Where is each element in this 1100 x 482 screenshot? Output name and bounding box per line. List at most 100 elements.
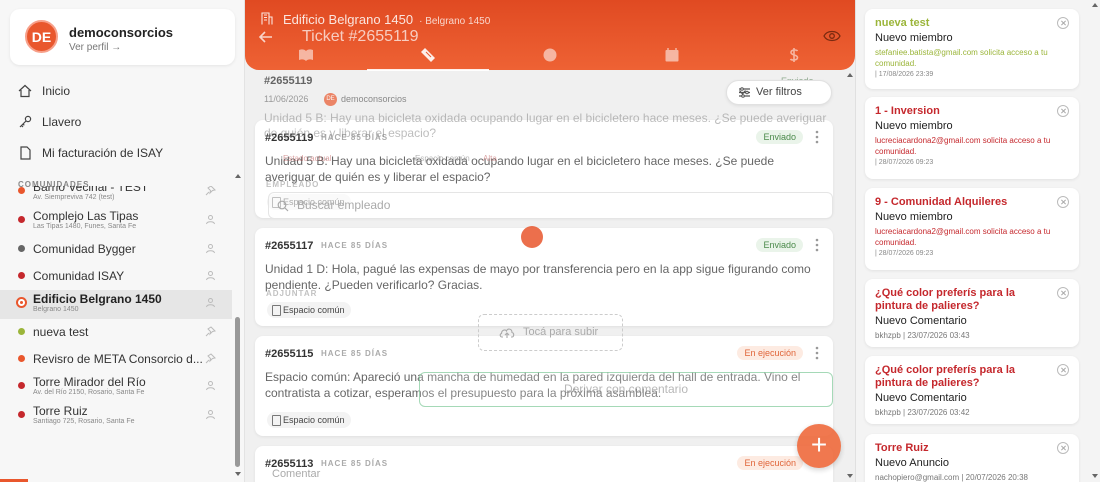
pin-icon[interactable] (205, 353, 216, 364)
home-icon (18, 84, 32, 97)
notification-title: nueva test (875, 17, 930, 29)
category-chip: Espacio común (267, 302, 351, 318)
notification-card[interactable]: 9 - Comunidad Alquileres Nuevo miembro l… (865, 188, 1079, 270)
community-color-dot (18, 216, 25, 223)
community-item[interactable]: Comunidad ISAY (0, 263, 232, 290)
chevron-down-icon (739, 90, 746, 95)
scroll-up-icon[interactable] (235, 174, 241, 178)
community-item-selected[interactable]: Edificio Belgrano 1450 Belgrano 1450 (0, 290, 232, 319)
pin-icon[interactable] (205, 326, 216, 337)
community-item[interactable]: Complejo Las Tipas Las Tipas 1480, Funes… (0, 207, 232, 236)
notification-card[interactable]: 1 - Inversion Nuevo miembro lucreciacard… (865, 97, 1079, 179)
community-color-dot (18, 382, 25, 389)
community-item[interactable]: Revisro de META Consorcio d... (0, 346, 232, 373)
tab-book-icon[interactable] (298, 47, 314, 63)
notifications-scrollbar[interactable] (1090, 0, 1100, 482)
community-address: Av. del Río 2150, Rosario, Santa Fe (33, 389, 145, 396)
eye-icon[interactable] (823, 29, 841, 43)
ticket-card[interactable]: #2655117 HACE 85 DÍAS Enviado Unidad 1 D… (255, 228, 833, 326)
nav-label: Llavero (42, 114, 82, 129)
person-icon[interactable] (205, 297, 216, 308)
community-item[interactable]: Comunidad Bygger (0, 236, 232, 263)
more-options-icon[interactable] (815, 130, 819, 144)
document-icon (20, 145, 31, 160)
notification-detail: nachopiero@gmail.com | 20/07/2026 20:38 (875, 473, 1028, 482)
nav-item-facturacion[interactable]: Mi facturación de ISAY (0, 137, 245, 168)
community-address: Belgrano 1450 (33, 306, 79, 313)
category-chip: Espacio común (267, 412, 351, 428)
ticket-card[interactable]: #2655113 HACE 85 DÍAS En ejecución (255, 446, 833, 482)
key-icon (19, 115, 32, 127)
close-icon[interactable] (1057, 17, 1069, 29)
avatar[interactable]: DE (25, 20, 58, 53)
ticket-card[interactable]: #2655115 HACE 85 DÍAS En ejecución Espac… (255, 336, 833, 436)
close-icon[interactable] (1057, 196, 1069, 208)
nav-item-llavero[interactable]: Llavero (0, 106, 245, 137)
building-subtitle: · Belgrano 1450 (419, 16, 491, 27)
notification-card[interactable]: ¿Qué color preferís para la pintura de p… (865, 279, 1079, 347)
community-address: Av. Siempreviva 742 (test) (33, 194, 115, 201)
ticket-card[interactable]: #2655119 HACE 85 DÍAS Enviado Unidad 5 B… (255, 120, 833, 218)
notification-type: Nuevo miembro (875, 32, 953, 44)
person-icon[interactable] (205, 270, 216, 281)
more-options-icon[interactable] (815, 238, 819, 252)
more-options-icon[interactable] (815, 346, 819, 360)
community-name: Torre Ruiz (33, 404, 88, 418)
ticket-age: HACE 85 DÍAS (321, 349, 389, 358)
sidebar-scrollbar[interactable] (233, 172, 243, 478)
notification-title: ¿Qué color preferís para la pintura de p… (875, 364, 1015, 389)
add-ticket-button[interactable]: + (797, 424, 841, 468)
notification-detail: lucreciacardona2@gmail.com solicita acce… (875, 227, 1051, 247)
notification-title: 1 - Inversion (875, 105, 940, 117)
tab-ticket-icon[interactable] (420, 47, 436, 63)
notification-title: ¿Qué color preferís para la pintura de p… (875, 287, 1015, 312)
community-name: Torre Mirador del Río (33, 375, 146, 389)
community-name: Comunidad ISAY (33, 269, 125, 283)
community-address: Santiago 725, Rosario, Santa Fe (33, 418, 135, 425)
pin-icon[interactable] (205, 186, 216, 196)
back-arrow-icon[interactable] (258, 29, 274, 45)
notification-detail: bkhzpb | 23/07/2026 03:43 (875, 331, 970, 340)
tab-calendar-icon[interactable] (664, 47, 680, 63)
nav-label: Mi facturación de ISAY (42, 145, 164, 160)
main-nav: Inicio Llavero Mi facturación de ISAY (0, 75, 245, 168)
status-badge: Enviado (756, 130, 803, 144)
close-icon[interactable] (1057, 442, 1069, 454)
ticket-age: HACE 85 DÍAS (321, 133, 389, 142)
scroll-thumb[interactable] (235, 317, 240, 467)
ticket-description: Unidad 1 D: Hola, pagué las expensas de … (265, 262, 811, 292)
tab-info-icon[interactable] (542, 47, 558, 63)
community-item[interactable]: Torre Ruiz Santiago 725, Rosario, Santa … (0, 402, 232, 431)
person-icon[interactable] (205, 243, 216, 254)
profile-name: democonsorcios (69, 25, 174, 40)
community-name: nueva test (33, 325, 89, 339)
person-icon[interactable] (205, 214, 216, 225)
notification-title: 9 - Comunidad Alquileres (875, 196, 1008, 208)
notification-card[interactable]: nueva test Nuevo miembro stefaniee.batis… (865, 9, 1079, 89)
community-item[interactable]: Barrio Vecinal - TEST Av. Siempreviva 74… (0, 186, 232, 207)
close-icon[interactable] (1057, 364, 1069, 376)
tab-dollar-icon[interactable] (786, 47, 802, 63)
building-name: Edificio Belgrano 1450 (283, 12, 414, 27)
close-icon[interactable] (1057, 105, 1069, 117)
community-color-dot (18, 187, 25, 194)
profile-card[interactable]: DE democonsorcios Ver perfil → (10, 9, 235, 65)
notification-time: | 28/07/2026 09:23 (875, 250, 934, 257)
nav-label: Inicio (42, 83, 71, 98)
filters-label: Ver filtros (756, 86, 802, 98)
close-icon[interactable] (1057, 287, 1069, 299)
view-profile-link[interactable]: Ver perfil → (69, 42, 121, 53)
person-icon[interactable] (205, 380, 216, 391)
community-name: Complejo Las Tipas (33, 209, 139, 223)
notification-card[interactable]: Torre Ruiz Nuevo Anuncio nachopiero@gmai… (865, 434, 1079, 482)
ticket-tabs (245, 44, 855, 71)
scroll-down-icon[interactable] (235, 472, 241, 476)
community-item[interactable]: nueva test (0, 319, 232, 346)
ticket-list: #2655119 HACE 85 DÍAS Enviado Unidad 5 B… (253, 70, 835, 482)
nav-item-inicio[interactable]: Inicio (0, 75, 245, 106)
person-icon[interactable] (205, 409, 216, 420)
community-item[interactable]: Torre Mirador del Río Av. del Río 2150, … (0, 373, 232, 402)
main-scrollbar[interactable] (845, 70, 855, 482)
filters-button[interactable]: Ver filtros (726, 80, 832, 105)
notification-card[interactable]: ¿Qué color preferís para la pintura de p… (865, 356, 1079, 424)
